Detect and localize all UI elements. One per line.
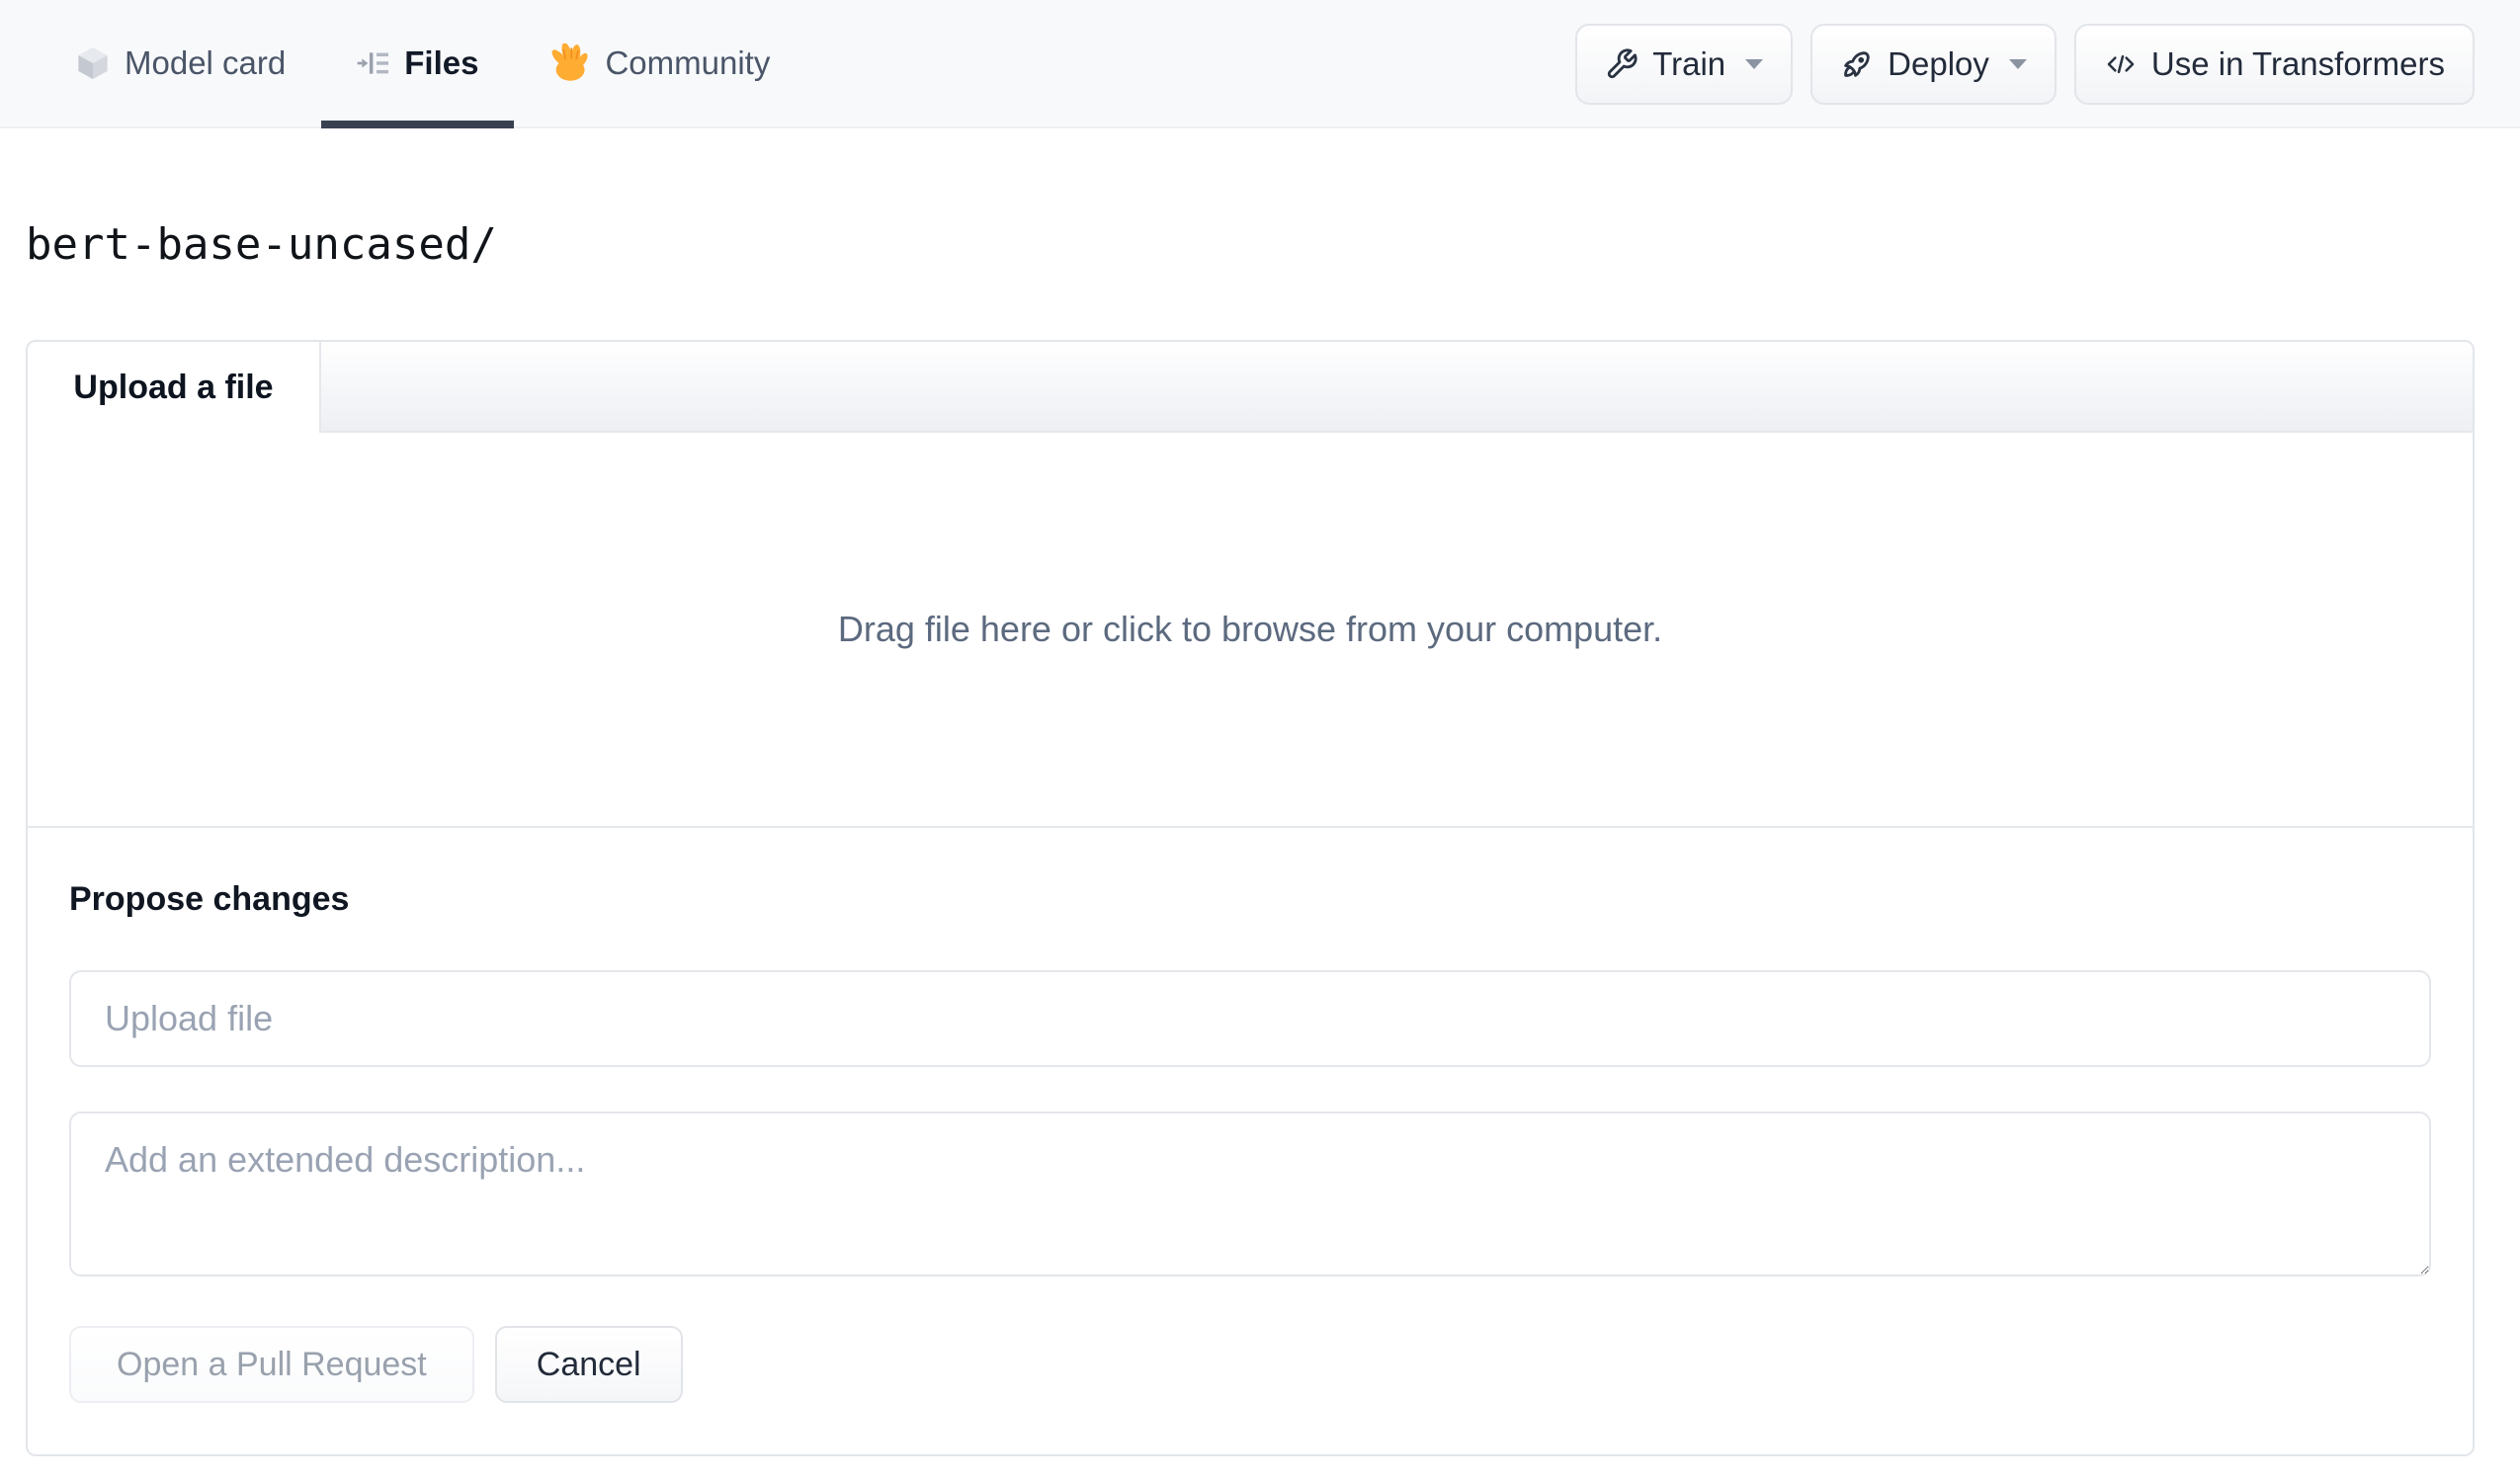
repo-tabs: Model card Files Community bbox=[42, 0, 805, 128]
cancel-button[interactable]: Cancel bbox=[494, 1326, 683, 1403]
file-versions-icon bbox=[357, 47, 389, 79]
chevron-down-icon bbox=[2008, 59, 2027, 69]
top-navigation: Model card Files Community Train Deploy … bbox=[0, 0, 2520, 128]
tab-community[interactable]: Community bbox=[514, 0, 805, 126]
tab-files[interactable]: Files bbox=[321, 0, 515, 128]
propose-actions-row: Open a Pull Request Cancel bbox=[69, 1326, 2431, 1403]
tab-upload-a-file[interactable]: Upload a file bbox=[28, 342, 321, 433]
wrench-icon bbox=[1605, 47, 1638, 81]
propose-changes-heading: Propose changes bbox=[69, 880, 350, 918]
upload-filename-input[interactable] bbox=[69, 970, 2431, 1067]
tab-label: Model card bbox=[125, 44, 287, 81]
cube-icon bbox=[77, 45, 109, 81]
breadcrumb[interactable]: bert-base-uncased/ bbox=[26, 219, 2520, 271]
use-in-transformers-button[interactable]: Use in Transformers bbox=[2073, 24, 2475, 105]
panel-tabstrip: Upload a file bbox=[28, 342, 2473, 433]
open-pull-request-button[interactable]: Open a Pull Request bbox=[69, 1326, 474, 1403]
tab-label: Community bbox=[605, 44, 771, 81]
header-actions: Train Deploy Use in Transformers bbox=[1575, 0, 2475, 128]
dropzone-hint-text: Drag file here or click to browse from y… bbox=[837, 609, 1663, 649]
deploy-button[interactable]: Deploy bbox=[1810, 24, 2057, 105]
waving-hand-icon bbox=[549, 43, 589, 83]
code-icon bbox=[2104, 47, 2138, 81]
file-dropzone[interactable]: Drag file here or click to browse from y… bbox=[28, 433, 2473, 828]
button-label: Use in Transformers bbox=[2150, 45, 2445, 82]
button-label: Deploy bbox=[1888, 45, 1989, 82]
propose-changes-section: Propose changes Open a Pull Request Canc… bbox=[28, 828, 2473, 1454]
upload-panel: Upload a file Drag file here or click to… bbox=[26, 340, 2475, 1456]
extended-description-textarea[interactable] bbox=[69, 1112, 2431, 1276]
tab-label: Files bbox=[404, 44, 479, 81]
rocket-icon bbox=[1840, 47, 1874, 81]
button-label: Train bbox=[1652, 45, 1726, 82]
tab-model-card[interactable]: Model card bbox=[42, 0, 321, 126]
chevron-down-icon bbox=[1745, 59, 1764, 69]
train-button[interactable]: Train bbox=[1575, 24, 1794, 105]
